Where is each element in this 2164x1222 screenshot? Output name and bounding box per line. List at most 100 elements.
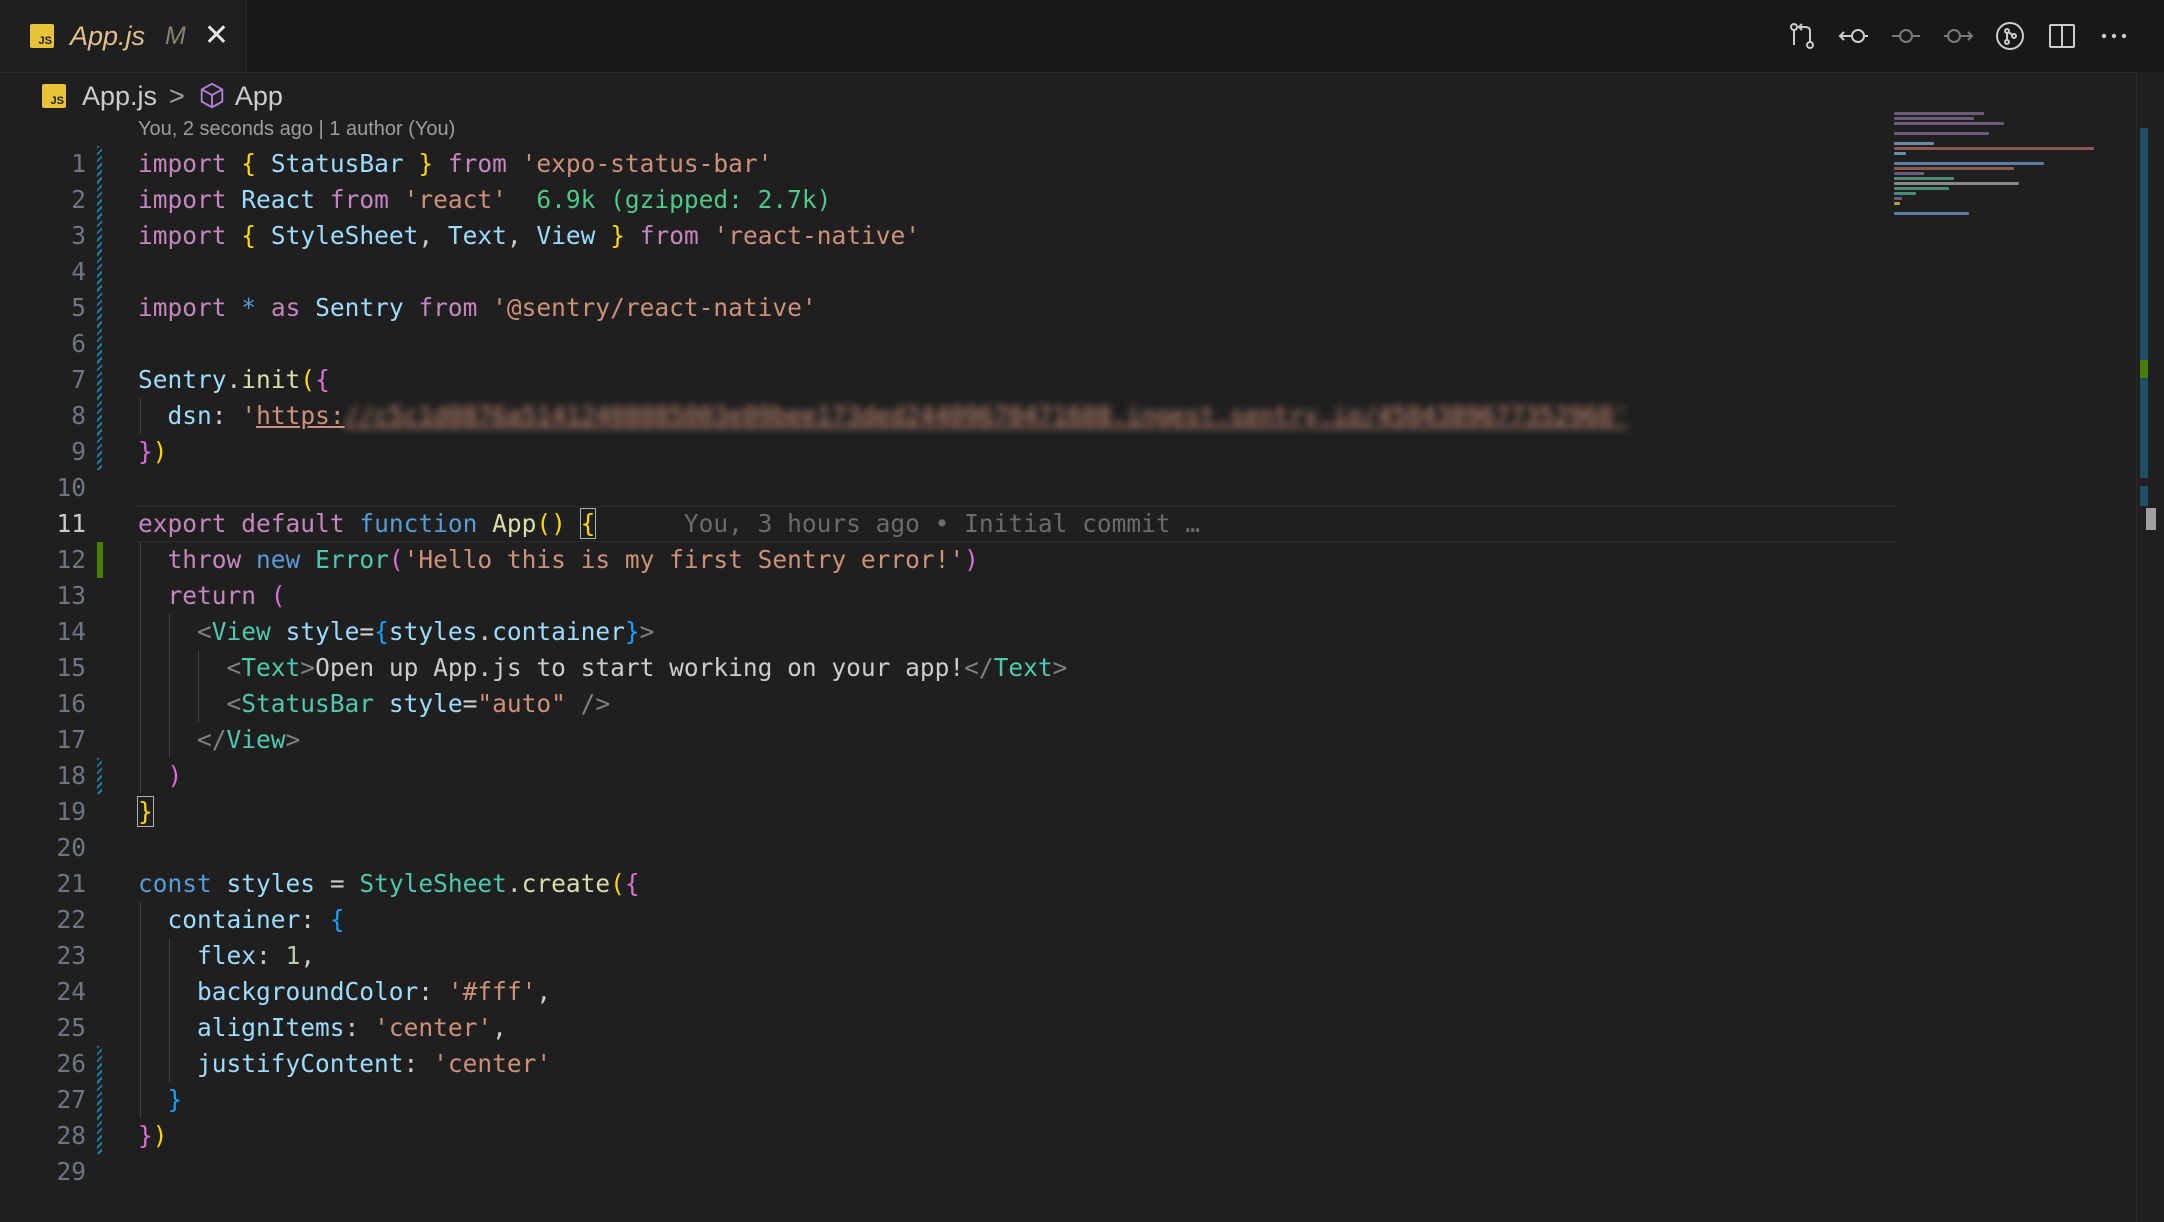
gutter-modified-marker[interactable]	[97, 218, 102, 254]
dsn-link[interactable]: https:	[256, 401, 345, 430]
code-line: 4	[0, 254, 1896, 290]
line-number: 24	[56, 977, 86, 1006]
gutter-modified-marker[interactable]	[97, 758, 102, 794]
tab-title: App.js	[70, 20, 146, 51]
code-line: 29	[0, 1154, 1896, 1190]
line-number: 7	[71, 365, 86, 394]
code-line: 17 </View>	[0, 722, 1896, 758]
inline-blame-annotation[interactable]: You, 3 hours ago • Initial commit …	[684, 509, 1200, 538]
scrollbar-modified-marker	[2140, 486, 2148, 506]
more-actions-icon	[2101, 33, 2127, 39]
code-line: 23 flex: 1,	[0, 938, 1896, 974]
gutter-modified-marker[interactable]	[97, 254, 102, 290]
gutter-modified-marker[interactable]	[97, 146, 102, 182]
line-number: 8	[71, 401, 86, 430]
gutter-modified-marker[interactable]	[97, 1118, 102, 1154]
split-editor-icon	[2049, 24, 2075, 48]
line-number: 23	[56, 941, 86, 970]
tab-app-js[interactable]: JS App.js M ✕	[0, 0, 247, 72]
next-change-icon	[1944, 29, 1974, 43]
code-line: 10	[0, 470, 1896, 506]
code-line: 25 alignItems: 'center',	[0, 1010, 1896, 1046]
line-number: 6	[71, 329, 86, 358]
code-line: 3 import { StyleSheet, Text, View } from…	[0, 218, 1896, 254]
code-line: 15 <Text>Open up App.js to start working…	[0, 650, 1896, 686]
code-line: 24 backgroundColor: '#fff',	[0, 974, 1896, 1010]
open-changes-button[interactable]	[1776, 10, 1828, 62]
line-number: 1	[71, 149, 86, 178]
code-line: 13 return (	[0, 578, 1896, 614]
chevron-right-icon: >	[169, 80, 185, 111]
line-number: 21	[56, 869, 86, 898]
line-number: 15	[56, 653, 86, 682]
gutter-modified-marker[interactable]	[97, 290, 102, 326]
commit-button[interactable]	[1880, 10, 1932, 62]
code-line: 19 }	[0, 794, 1896, 830]
previous-change-button[interactable]	[1828, 10, 1880, 62]
code-line: 28 })	[0, 1118, 1896, 1154]
gutter-modified-marker[interactable]	[97, 1046, 102, 1082]
scrollbar-cursor-marker	[2146, 508, 2156, 530]
editor-actions	[1776, 0, 2140, 72]
line-number: 26	[56, 1049, 86, 1078]
javascript-file-icon: JS	[30, 24, 54, 48]
line-number: 16	[56, 689, 86, 718]
gutter-modified-marker[interactable]	[97, 434, 102, 470]
gutter-added-marker[interactable]	[97, 542, 103, 578]
code-line: 16 <StatusBar style="auto" />	[0, 686, 1896, 722]
code-line: 6	[0, 326, 1896, 362]
split-editor-button[interactable]	[2036, 10, 2088, 62]
line-number: 13	[56, 581, 86, 610]
line-number: 2	[71, 185, 86, 214]
code-line: 1 import { StatusBar } from 'expo-status…	[0, 146, 1896, 182]
javascript-file-icon: JS	[42, 84, 66, 108]
line-number: 28	[56, 1121, 86, 1150]
code-line: 26 justifyContent: 'center'	[0, 1046, 1896, 1082]
gutter-modified-marker[interactable]	[97, 398, 102, 434]
line-number: 11	[56, 509, 86, 538]
codelens-blame-summary[interactable]: You, 2 seconds ago | 1 author (You)	[138, 118, 455, 141]
git-lens-icon	[1996, 22, 2024, 50]
code-line-active: 11 export default function App() { You, …	[0, 506, 1896, 542]
code-line: 2 import React from 'react' 6.9k (gzippe…	[0, 182, 1896, 218]
line-number: 22	[56, 905, 86, 934]
gutter-modified-marker[interactable]	[97, 326, 102, 362]
code-line: 18 )	[0, 758, 1896, 794]
code-line: 5 import * as Sentry from '@sentry/react…	[0, 290, 1896, 326]
import-cost-annotation: 6.9k (gzipped: 2.7k)	[536, 185, 832, 214]
matched-bracket: }	[137, 796, 154, 827]
gutter-modified-marker[interactable]	[97, 1082, 102, 1118]
code-line: 20	[0, 830, 1896, 866]
more-actions-button[interactable]	[2088, 10, 2140, 62]
line-number: 17	[56, 725, 86, 754]
gutter-modified-marker[interactable]	[97, 182, 102, 218]
line-number: 27	[56, 1085, 86, 1114]
previous-change-icon	[1838, 29, 1868, 43]
code-line: 7 Sentry.init({	[0, 362, 1896, 398]
git-modified-indicator: M	[165, 21, 186, 50]
git-lens-button[interactable]	[1984, 10, 2036, 62]
code-editor[interactable]: 1 import { StatusBar } from 'expo-status…	[0, 146, 1896, 1190]
matched-bracket: {	[579, 508, 597, 539]
line-number: 12	[56, 545, 86, 574]
scrollbar-modified-marker	[2140, 128, 2148, 478]
scrollbar-added-marker	[2140, 360, 2148, 378]
breadcrumb: JS App.js > App	[42, 78, 283, 114]
editor-tab-bar: JS App.js M ✕	[0, 0, 2164, 73]
line-number: 14	[56, 617, 86, 646]
open-changes-icon	[1790, 23, 1814, 49]
commit-icon	[1892, 29, 1920, 43]
line-number: 4	[71, 257, 86, 286]
minimap[interactable]	[1894, 112, 2138, 242]
line-number: 10	[56, 473, 86, 502]
line-number: 3	[71, 221, 86, 250]
code-line: 14 <View style={styles.container}>	[0, 614, 1896, 650]
gutter-modified-marker[interactable]	[97, 362, 102, 398]
line-number: 29	[56, 1157, 86, 1186]
breadcrumb-file[interactable]: App.js	[82, 81, 157, 112]
code-line: 12 throw new Error('Hello this is my fir…	[0, 542, 1896, 578]
breadcrumb-symbol[interactable]: App	[235, 81, 283, 112]
close-icon[interactable]: ✕	[204, 21, 229, 51]
symbol-method-icon	[200, 82, 224, 109]
next-change-button[interactable]	[1932, 10, 1984, 62]
